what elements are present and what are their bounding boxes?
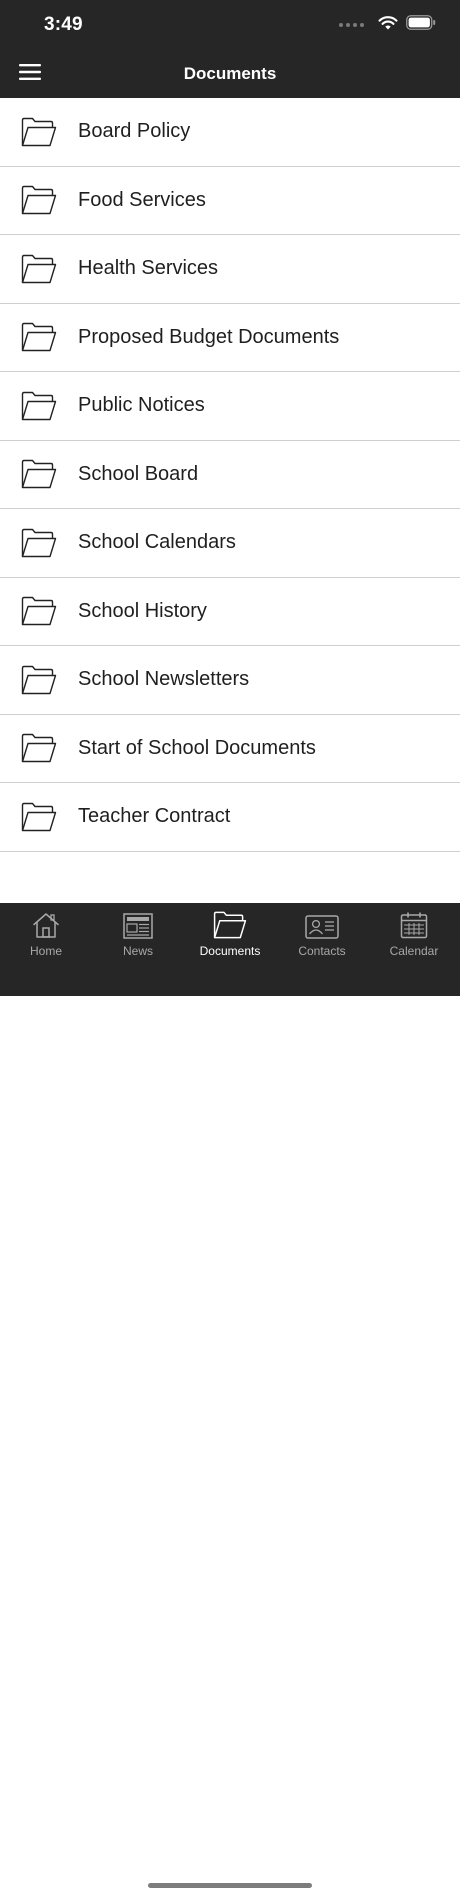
list-item-school-calendars[interactable]: School Calendars — [0, 509, 460, 578]
status-bar: 3:49 — [0, 0, 460, 50]
documents-list: Board Policy Food Services Health Servic… — [0, 98, 460, 852]
list-item-label: Board Policy — [78, 120, 191, 143]
folder-icon — [21, 733, 57, 763]
list-item-start-of-school-documents[interactable]: Start of School Documents — [0, 715, 460, 783]
folder-icon — [21, 596, 57, 626]
list-item-label: Health Services — [78, 257, 219, 280]
home-indicator[interactable] — [148, 1883, 312, 1888]
list-item-label: Teacher Contract — [78, 805, 231, 828]
tab-home[interactable]: Home — [0, 909, 92, 965]
battery-icon — [406, 15, 436, 35]
list-item-school-board[interactable]: School Board — [0, 441, 460, 509]
list-item-label: School Calendars — [78, 531, 236, 554]
list-item-label: Public Notices — [78, 394, 205, 417]
status-icons — [339, 14, 436, 36]
calendar-icon — [400, 909, 428, 939]
folder-icon — [21, 185, 57, 215]
list-item-public-notices[interactable]: Public Notices — [0, 372, 460, 441]
list-item-teacher-contract[interactable]: Teacher Contract — [0, 783, 460, 852]
list-item-label: Food Services — [78, 188, 206, 211]
list-item-label: School Board — [78, 462, 199, 485]
list-item-school-history[interactable]: School History — [0, 578, 460, 646]
page-title: Documents — [183, 64, 277, 83]
tab-label: Calendar — [389, 944, 439, 958]
list-item-school-newsletters[interactable]: School Newsletters — [0, 646, 460, 715]
home-icon — [32, 909, 60, 939]
folder-icon — [21, 117, 57, 147]
signal-dots-icon — [339, 23, 364, 27]
tab-news[interactable]: News — [92, 909, 184, 965]
folder-icon — [21, 459, 57, 489]
tab-documents[interactable]: Documents — [184, 909, 276, 965]
folder-icon — [21, 254, 57, 284]
folder-icon — [21, 391, 57, 421]
tab-label: News — [122, 944, 153, 958]
tab-label: Contacts — [298, 944, 346, 958]
tab-bar: Home News Documents Contacts Calendar — [0, 903, 460, 1888]
nav-bar: Documents — [0, 50, 460, 98]
list-item-label: Proposed Budget Documents — [78, 325, 340, 348]
newspaper-icon — [123, 909, 153, 939]
list-item-label: Start of School Documents — [78, 736, 316, 759]
tab-calendar[interactable]: Calendar — [368, 909, 460, 965]
list-item-label: School History — [78, 599, 207, 622]
folder-icon — [21, 322, 57, 352]
folder-icon — [21, 802, 57, 832]
folder-icon — [21, 665, 57, 695]
folder-icon — [21, 528, 57, 558]
tab-label: Home — [29, 944, 62, 958]
list-item-health-services[interactable]: Health Services — [0, 235, 460, 304]
tab-label: Documents — [199, 944, 261, 958]
list-item-board-policy[interactable]: Board Policy — [0, 98, 460, 167]
wifi-icon — [378, 15, 398, 35]
list-item-label: School Newsletters — [78, 668, 250, 691]
list-item-proposed-budget-documents[interactable]: Proposed Budget Documents — [0, 304, 460, 372]
status-time: 3:49 — [44, 14, 83, 35]
tab-contacts[interactable]: Contacts — [276, 909, 368, 965]
list-item-food-services[interactable]: Food Services — [0, 167, 460, 235]
folder-icon — [212, 909, 248, 939]
contact-card-icon — [305, 909, 339, 939]
